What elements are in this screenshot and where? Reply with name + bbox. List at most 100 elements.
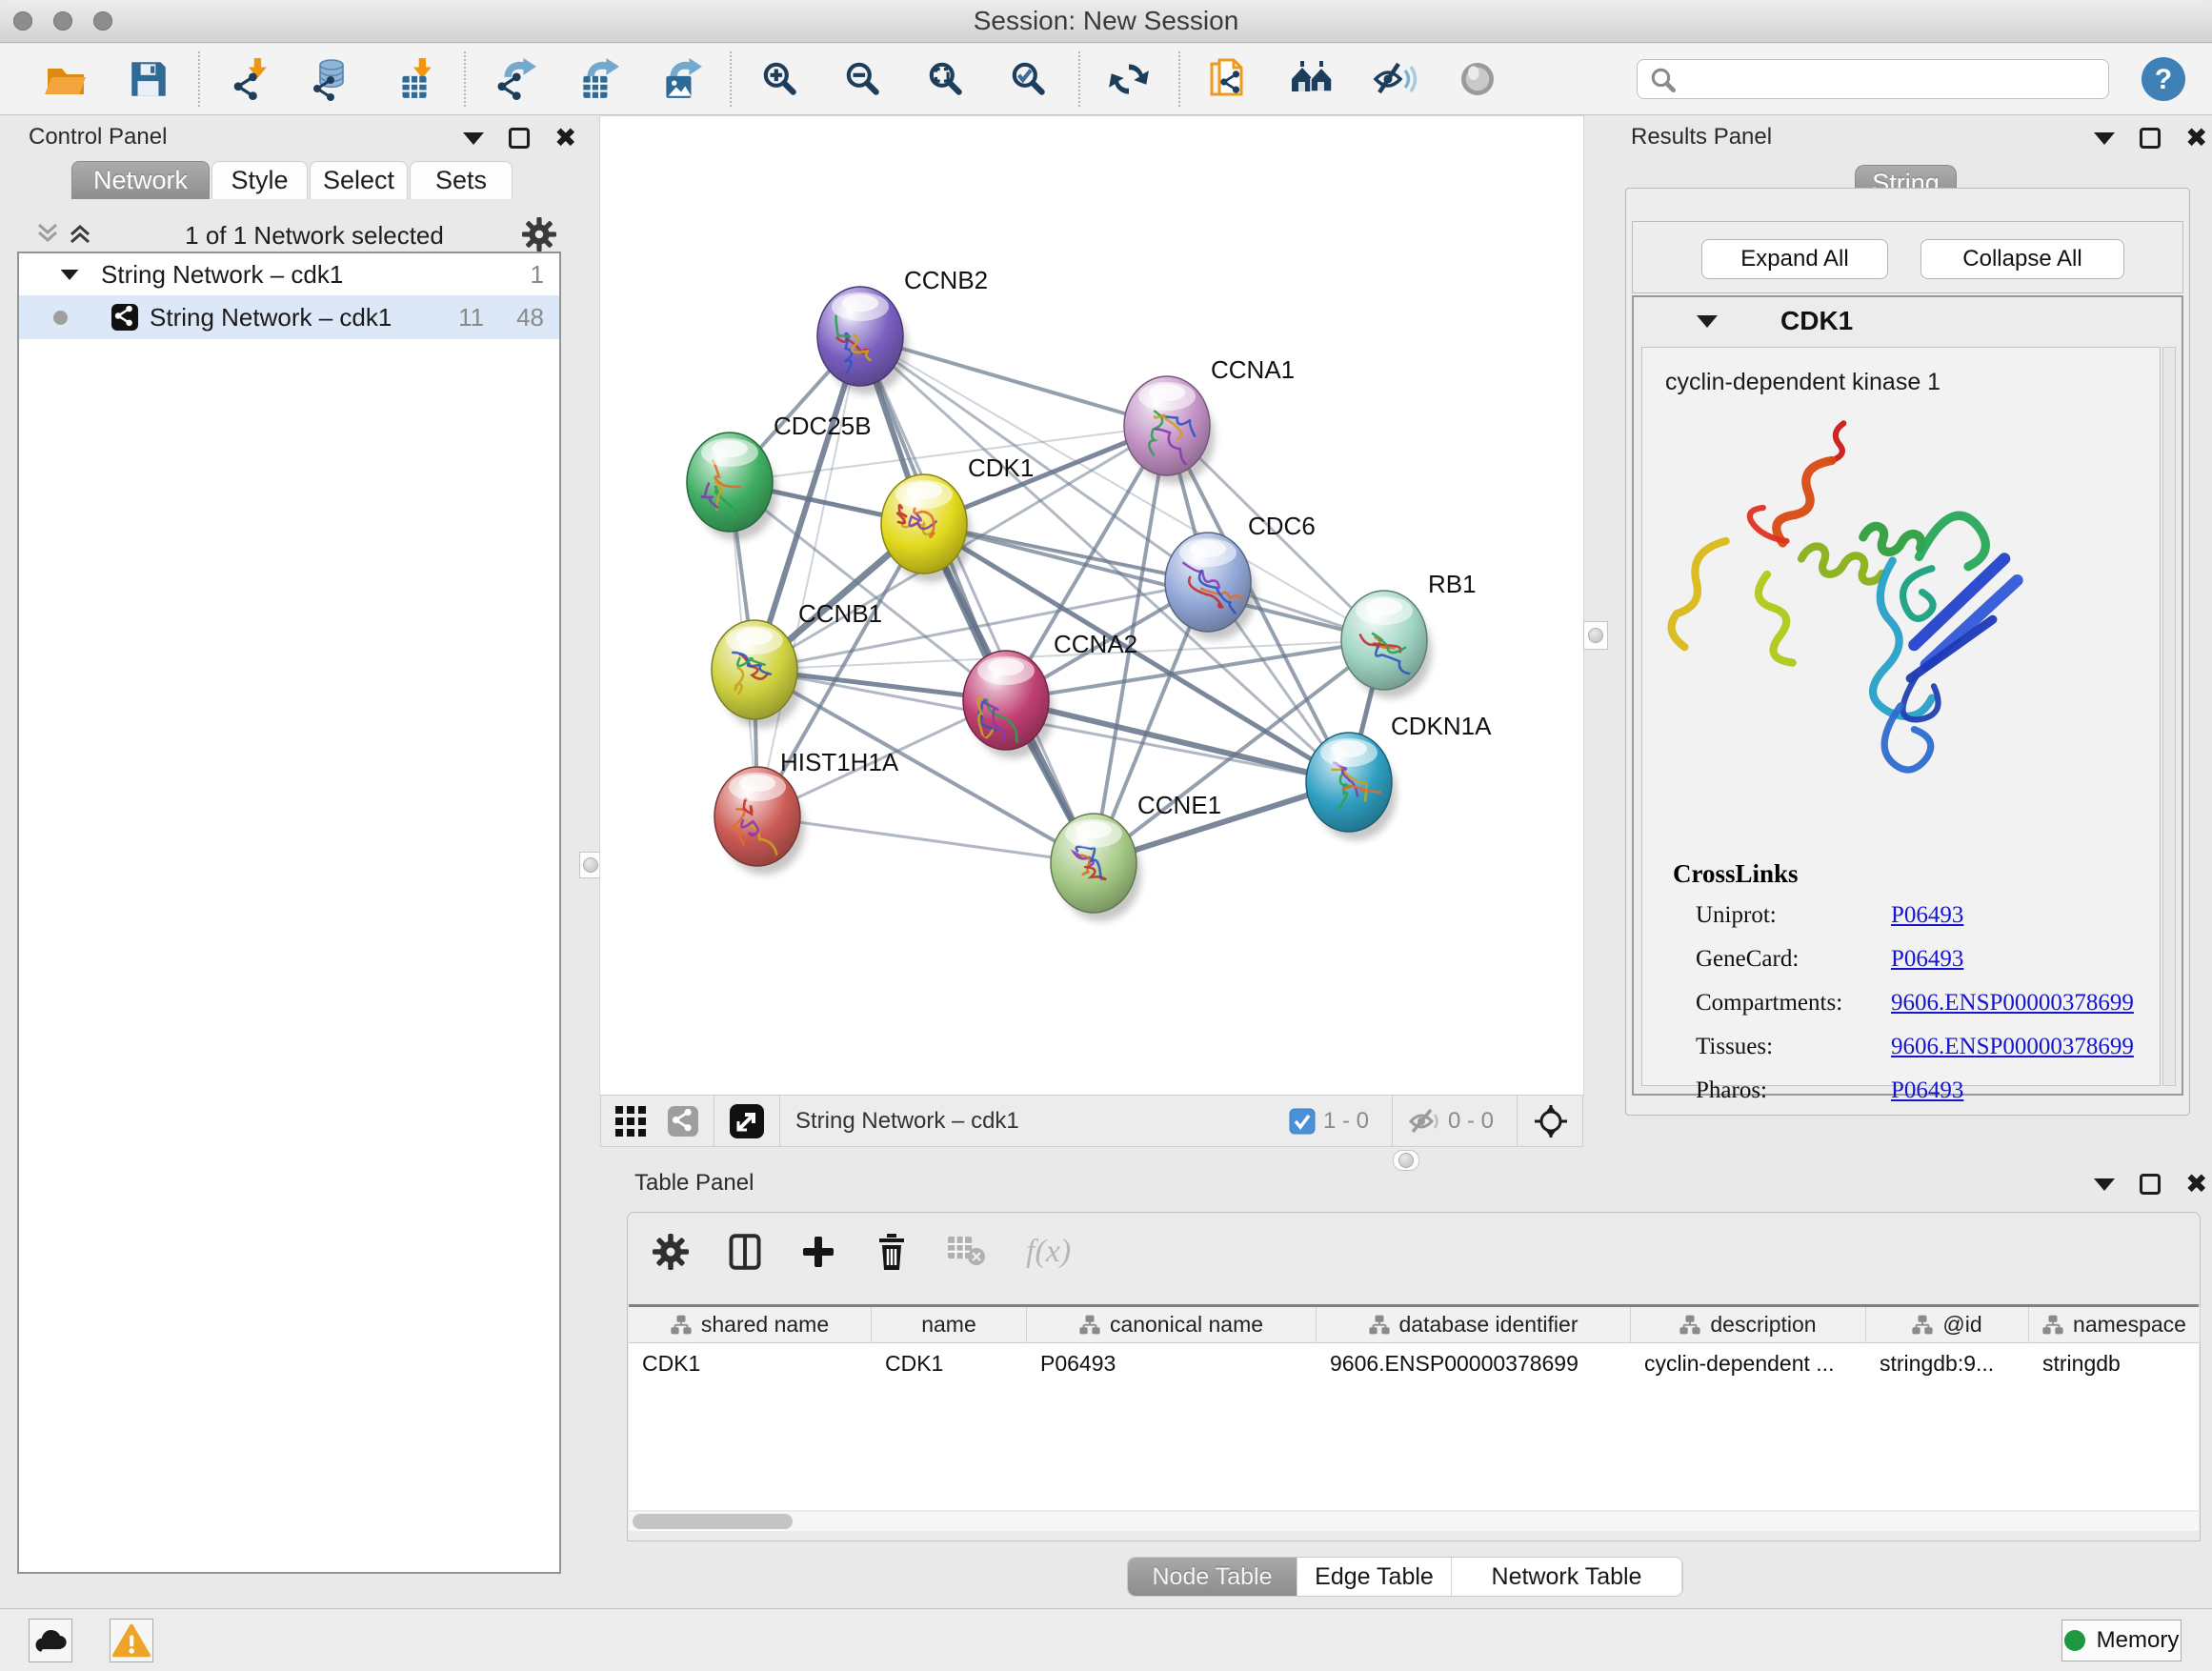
network-node-RB1[interactable] bbox=[1341, 591, 1432, 698]
left-splitter-handle[interactable] bbox=[579, 852, 602, 878]
selected-checkbox-icon[interactable] bbox=[1289, 1108, 1316, 1135]
column-header-database-identifier[interactable]: database identifier bbox=[1317, 1307, 1631, 1342]
columns-icon[interactable] bbox=[729, 1234, 761, 1270]
network-options-gear-icon[interactable] bbox=[522, 217, 556, 252]
right-splitter-handle[interactable] bbox=[1583, 621, 1608, 650]
panel-maximize-icon[interactable] bbox=[2140, 1174, 2161, 1195]
crosslink-link[interactable]: 9606.ENSP00000378699 bbox=[1891, 1034, 2134, 1060]
crosslink-link[interactable]: P06493 bbox=[1891, 902, 1963, 929]
expand-all-button[interactable]: Expand All bbox=[1701, 239, 1888, 279]
network-view-icon[interactable] bbox=[668, 1106, 698, 1137]
preview-eye-button[interactable] bbox=[1450, 50, 1505, 109]
string-document-button[interactable] bbox=[1201, 50, 1257, 109]
gear-icon[interactable] bbox=[653, 1234, 689, 1270]
table-cell[interactable]: CDK1 bbox=[629, 1343, 872, 1382]
export-image-button[interactable] bbox=[653, 50, 708, 109]
minimize-window-button[interactable] bbox=[53, 11, 72, 30]
memory-button[interactable]: Memory bbox=[2061, 1620, 2182, 1661]
crosslink-link[interactable]: P06493 bbox=[1891, 1077, 1963, 1104]
tab-edge-table[interactable]: Edge Table bbox=[1297, 1558, 1452, 1596]
birds-eye-view-icon[interactable] bbox=[1533, 1103, 1569, 1139]
network-node-CDKN1A[interactable] bbox=[1306, 733, 1397, 840]
zoom-in-button[interactable] bbox=[753, 50, 808, 109]
panel-float-icon[interactable] bbox=[2094, 1178, 2115, 1191]
panel-close-icon[interactable]: ✖ bbox=[2185, 128, 2207, 149]
table-cell[interactable]: 9606.ENSP00000378699 bbox=[1317, 1343, 1631, 1382]
column-header--id[interactable]: @id bbox=[1866, 1307, 2029, 1342]
panel-maximize-icon[interactable] bbox=[2140, 128, 2161, 149]
network-node-CDK1[interactable] bbox=[881, 474, 972, 582]
network-canvas[interactable]: CCNB2CCNA1CDC25BCDK1CDC6RB1CCNB1CCNA2CDK… bbox=[600, 116, 1583, 1095]
import-database-button[interactable] bbox=[304, 50, 359, 109]
table-horizontal-scrollbar[interactable] bbox=[629, 1512, 2199, 1531]
zoom-out-button[interactable] bbox=[835, 50, 891, 109]
column-header-description[interactable]: description bbox=[1631, 1307, 1866, 1342]
collapse-all-icon[interactable] bbox=[34, 221, 61, 246]
network-node-CCNB2[interactable] bbox=[817, 287, 908, 394]
network-node-CCNA2[interactable] bbox=[963, 651, 1054, 758]
column-header-shared-name[interactable]: shared name bbox=[629, 1307, 872, 1342]
table-cell[interactable]: P06493 bbox=[1027, 1343, 1317, 1382]
save-session-button[interactable] bbox=[121, 50, 176, 109]
scrollbar-thumb[interactable] bbox=[633, 1514, 793, 1529]
tab-style[interactable]: Style bbox=[211, 161, 308, 199]
hidden-eye-slash-icon[interactable] bbox=[1408, 1107, 1440, 1136]
table-cell[interactable]: stringdb:9... bbox=[1866, 1343, 2029, 1382]
refresh-button[interactable] bbox=[1101, 50, 1156, 109]
close-window-button[interactable] bbox=[13, 11, 32, 30]
crosslink-link[interactable]: P06493 bbox=[1891, 946, 1963, 973]
network-graph[interactable]: CCNB2CCNA1CDC25BCDK1CDC6RB1CCNB1CCNA2CDK… bbox=[600, 116, 1583, 1095]
tab-select[interactable]: Select bbox=[310, 161, 408, 199]
search-field[interactable] bbox=[1637, 59, 2109, 99]
column-header-canonical-name[interactable]: canonical name bbox=[1027, 1307, 1317, 1342]
panel-float-icon[interactable] bbox=[463, 132, 484, 145]
function-builder-icon[interactable]: f(x) bbox=[1026, 1234, 1071, 1270]
string-home-button[interactable] bbox=[1284, 50, 1339, 109]
network-node-HIST1H1A[interactable] bbox=[714, 767, 805, 875]
collapse-all-button[interactable]: Collapse All bbox=[1920, 239, 2124, 279]
network-node-CDC25B[interactable] bbox=[687, 433, 777, 540]
open-file-button[interactable] bbox=[38, 50, 93, 109]
zoom-selected-button[interactable] bbox=[1001, 50, 1056, 109]
panel-float-icon[interactable] bbox=[2094, 132, 2115, 145]
search-input[interactable] bbox=[1685, 66, 2097, 92]
help-button[interactable]: ? bbox=[2140, 55, 2187, 103]
network-node-CCNE1[interactable] bbox=[1051, 814, 1141, 921]
export-table-button[interactable] bbox=[570, 50, 625, 109]
network-row[interactable]: String Network – cdk1 11 48 bbox=[19, 295, 559, 339]
import-network-button[interactable] bbox=[221, 50, 276, 109]
tab-sets[interactable]: Sets bbox=[410, 161, 513, 199]
network-node-CCNA1[interactable] bbox=[1124, 376, 1215, 484]
column-header-namespace[interactable]: namespace bbox=[2029, 1307, 2201, 1342]
cloud-status-button[interactable] bbox=[29, 1619, 72, 1662]
hide-glass-button[interactable] bbox=[1367, 50, 1422, 109]
zoom-fit-button[interactable] bbox=[918, 50, 974, 109]
crosslink-link[interactable]: 9606.ENSP00000378699 bbox=[1891, 990, 2134, 1017]
zoom-window-button[interactable] bbox=[93, 11, 112, 30]
column-header-name[interactable]: name bbox=[872, 1307, 1027, 1342]
expand-all-icon[interactable] bbox=[67, 221, 93, 246]
table-cell[interactable]: CDK1 bbox=[872, 1343, 1027, 1382]
table-row[interactable]: CDK1CDK1P064939606.ENSP00000378699cyclin… bbox=[629, 1343, 2199, 1382]
export-network-button[interactable] bbox=[487, 50, 542, 109]
results-scrollbar[interactable] bbox=[2162, 347, 2176, 1086]
network-node-CDC6[interactable] bbox=[1165, 533, 1256, 640]
detach-view-icon[interactable] bbox=[730, 1104, 764, 1138]
tab-network[interactable]: Network bbox=[71, 161, 210, 199]
delete-column-icon[interactable] bbox=[875, 1233, 908, 1271]
add-column-icon[interactable] bbox=[801, 1235, 835, 1269]
panel-maximize-icon[interactable] bbox=[509, 128, 530, 149]
collection-expand-icon[interactable] bbox=[61, 269, 79, 279]
import-table-button[interactable] bbox=[387, 50, 442, 109]
table-cell[interactable]: stringdb bbox=[2029, 1343, 2201, 1382]
tab-network-table[interactable]: Network Table bbox=[1452, 1558, 1682, 1596]
panel-close-icon[interactable]: ✖ bbox=[2185, 1174, 2207, 1195]
clear-table-icon[interactable] bbox=[948, 1237, 986, 1267]
section-collapse-icon[interactable] bbox=[1697, 315, 1718, 328]
tab-node-table[interactable]: Node Table bbox=[1128, 1558, 1297, 1596]
network-collection-row[interactable]: String Network – cdk1 1 bbox=[19, 253, 559, 295]
panel-close-icon[interactable]: ✖ bbox=[554, 128, 576, 149]
gene-section-header[interactable]: CDK1 bbox=[1634, 297, 2182, 345]
grid-view-icon[interactable] bbox=[614, 1105, 647, 1137]
table-cell[interactable]: cyclin-dependent ... bbox=[1631, 1343, 1866, 1382]
